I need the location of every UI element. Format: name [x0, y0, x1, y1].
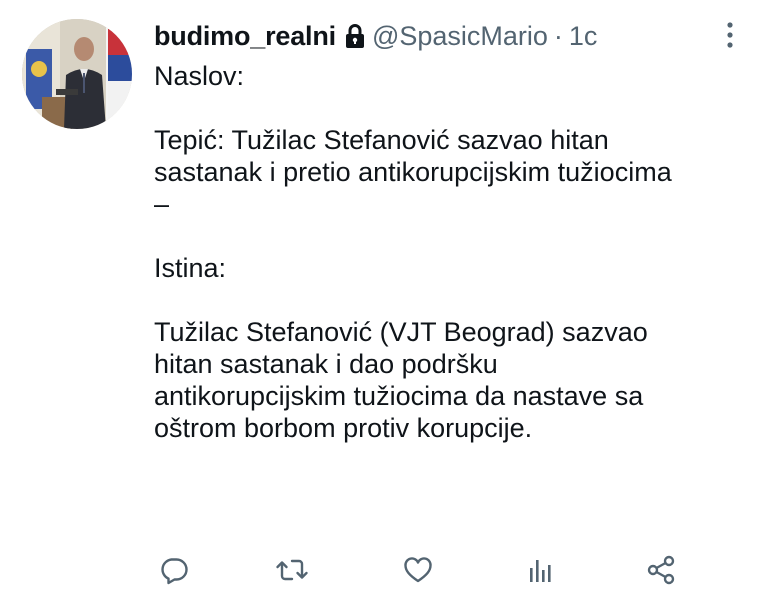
tweet-line: hitan sastanak i dao podršku	[154, 349, 498, 379]
like-button[interactable]	[398, 550, 438, 590]
tweet-actions	[0, 550, 770, 590]
views-button[interactable]	[520, 550, 560, 590]
user-handle[interactable]: @SpasicMario	[372, 21, 548, 52]
tweet-line: antikorupcijskim tužiocima da nastave sa	[154, 381, 644, 411]
retweet-button[interactable]	[272, 550, 312, 590]
display-name[interactable]: budimo_realni	[154, 21, 336, 52]
lock-icon	[344, 23, 366, 49]
share-button[interactable]	[641, 550, 681, 590]
tweet-line: Istina:	[154, 253, 227, 283]
tweet-line: sastanak i pretio antikorupcijskim tužio…	[154, 157, 672, 187]
tweet-line: Naslov:	[154, 61, 245, 91]
tweet-line: –	[154, 189, 170, 219]
tweet-line	[154, 284, 754, 316]
separator-dot: ·	[553, 20, 563, 51]
tweet-line	[154, 220, 754, 252]
timestamp[interactable]: 1c	[569, 21, 598, 52]
avatar-photo	[22, 19, 132, 129]
avatar[interactable]	[22, 19, 132, 129]
tweet[interactable]: budimo_realni @SpasicMario · 1c Naslov: …	[0, 0, 770, 599]
tweet-text: Naslov: Tepić: Tužilac Stefanović sazvao…	[154, 60, 754, 444]
tweet-line: Tepić: Tužilac Stefanović sazvao hitan	[154, 125, 609, 155]
reply-icon	[161, 558, 188, 585]
heart-icon	[404, 557, 432, 583]
tweet-header: budimo_realni @SpasicMario · 1c	[154, 18, 597, 54]
tweet-line: oštrom borbom protiv korupcije.	[154, 413, 533, 443]
retweet-icon	[276, 559, 308, 581]
tweet-line	[154, 92, 754, 124]
share-icon	[647, 555, 675, 585]
analytics-icon	[530, 560, 551, 582]
tweet-line: Tužilac Stefanović (VJT Beograd) sazvao	[154, 317, 648, 347]
reply-button[interactable]	[154, 550, 194, 590]
more-vertical-icon[interactable]	[724, 20, 736, 50]
